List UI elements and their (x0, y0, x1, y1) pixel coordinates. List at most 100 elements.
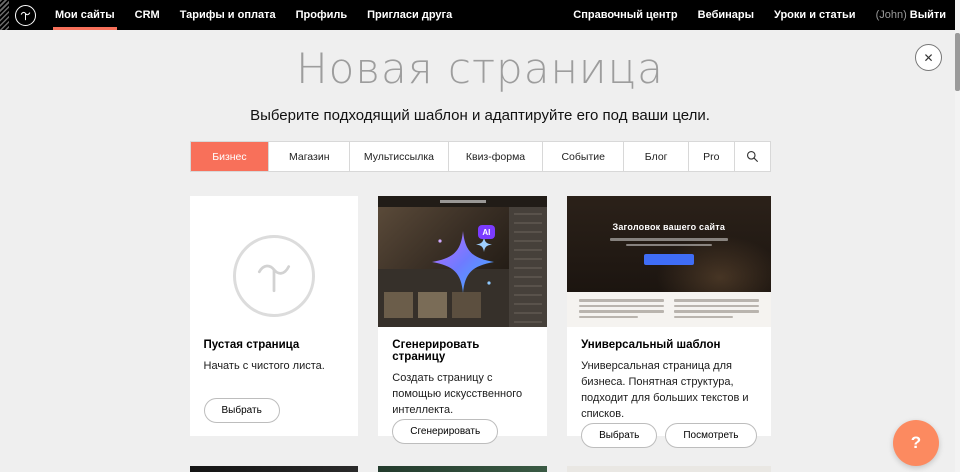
preview-thumbnail (384, 292, 413, 318)
logout-link[interactable]: (John) Выйти (866, 0, 960, 30)
scrollbar-track[interactable] (955, 0, 960, 472)
nav-item-my-sites[interactable]: Мои сайты (45, 0, 125, 30)
close-button[interactable]: ✕ (915, 44, 942, 71)
preview-text-line (674, 299, 759, 302)
preview-text-column (579, 299, 664, 320)
topbar-nav-right: Справочный центр Вебинары Уроки и статьи… (563, 0, 960, 30)
nav-item-webinars[interactable]: Вебинары (688, 0, 764, 30)
card-media (378, 466, 547, 472)
user-name: (John) (876, 9, 907, 21)
card-title: Универсальный шаблон (581, 339, 756, 351)
nav-item-label: Профиль (296, 9, 347, 21)
new-page-modal: ✕ Новая страница Выберите подходящий шаб… (0, 30, 960, 472)
preview-text-line (674, 305, 759, 308)
tab-quiz-form[interactable]: Квиз-форма (448, 142, 543, 171)
template-card-universal[interactable]: Заголовок вашего сайта (567, 196, 770, 436)
nav-item-lessons[interactable]: Уроки и статьи (764, 0, 866, 30)
tab-label: Событие (561, 151, 605, 163)
preview-side-panel (509, 207, 547, 327)
card-title: Пустая страница (204, 339, 345, 351)
tab-label: Бизнес (212, 151, 246, 163)
tab-label: Квиз-форма (466, 151, 525, 163)
template-card-partial[interactable] (567, 466, 770, 472)
search-icon (746, 150, 759, 163)
tab-multilink[interactable]: Мультиссылка (349, 142, 448, 171)
help-label: ? (911, 433, 921, 453)
template-card-blank-page[interactable]: Пустая страница Начать с чистого листа. … (190, 196, 359, 436)
preview-text-line (674, 310, 759, 313)
preview-subtext-line (610, 238, 728, 241)
template-card-partial[interactable] (378, 466, 547, 472)
page-subtitle: Выберите подходящий шаблон и адаптируйте… (0, 107, 960, 124)
preview-button[interactable]: Посмотреть (665, 423, 756, 448)
template-cards-grid: Пустая страница Начать с чистого листа. … (190, 196, 771, 472)
nav-item-profile[interactable]: Профиль (286, 0, 357, 30)
preview-text-section (567, 292, 770, 327)
card-footer: Выбрать (190, 398, 359, 436)
close-icon: ✕ (923, 51, 933, 65)
card-description: Начать с чистого листа. (204, 359, 345, 375)
card-body: Универсальный шаблон Универсальная стран… (567, 327, 770, 423)
ai-generate-media: AI (378, 196, 547, 327)
nav-item-label: Пригласи друга (367, 9, 452, 21)
tab-event[interactable]: Событие (542, 142, 623, 171)
card-description: Универсальная страница для бизнеса. Поня… (581, 359, 756, 423)
ai-badge: AI (478, 225, 495, 239)
preview-text-line (579, 299, 664, 302)
card-footer: Выбрать Посмотреть (567, 423, 770, 461)
page-title: Новая страница (0, 46, 960, 92)
template-card-ai-generate[interactable]: AI Сгенерировать страницу Создать страни… (378, 196, 547, 436)
card-media (567, 466, 770, 472)
tab-pro[interactable]: Pro (688, 142, 733, 171)
tilda-logo-icon (15, 5, 36, 26)
card-title: Сгенерировать страницу (392, 339, 533, 363)
tab-label: Магазин (289, 151, 330, 163)
choose-button[interactable]: Выбрать (581, 423, 657, 448)
nav-item-crm[interactable]: CRM (125, 0, 170, 30)
card-body: Пустая страница Начать с чистого листа. (190, 327, 359, 375)
scrollbar-thumb[interactable] (955, 33, 960, 91)
blank-page-media (190, 196, 359, 327)
tab-label: Мультиссылка (364, 151, 434, 163)
generate-button[interactable]: Сгенерировать (392, 419, 498, 444)
preview-text-line (579, 310, 664, 313)
template-category-tabs: Бизнес Магазин Мультиссылка Квиз-форма С… (190, 141, 771, 172)
nav-item-label: Справочный центр (573, 9, 677, 21)
nav-item-label: Тарифы и оплата (180, 9, 276, 21)
logout-label: Выйти (910, 9, 946, 21)
universal-template-media: Заголовок вашего сайта (567, 196, 770, 327)
preview-text-column (674, 299, 759, 320)
topbar-nav-left: Мои сайты CRM Тарифы и оплата Профиль Пр… (45, 0, 462, 30)
preview-heading: Заголовок вашего сайта (612, 222, 725, 232)
corner-pattern (0, 0, 9, 30)
card-description: Создать страницу с помощью искусственног… (392, 371, 533, 419)
nav-item-label: CRM (135, 9, 160, 21)
card-media (190, 466, 359, 472)
help-button[interactable]: ? (893, 420, 939, 466)
preview-text-line (579, 305, 664, 308)
nav-item-help-center[interactable]: Справочный центр (563, 0, 687, 30)
nav-item-label: Мои сайты (55, 9, 115, 21)
preview-site-title-line (440, 200, 486, 203)
template-card-partial[interactable] (190, 466, 359, 472)
choose-button[interactable]: Выбрать (204, 398, 280, 423)
nav-item-label: Уроки и статьи (774, 9, 856, 21)
card-body: Сгенерировать страницу Создать страницу … (378, 327, 547, 419)
preview-cta-button (644, 254, 694, 265)
tab-label: Блог (645, 151, 668, 163)
preview-subtext-line (626, 244, 712, 247)
nav-item-billing[interactable]: Тарифы и оплата (170, 0, 286, 30)
nav-item-label: Вебинары (698, 9, 754, 21)
tab-search[interactable] (734, 142, 770, 171)
card-footer: Сгенерировать (378, 419, 547, 457)
tab-business[interactable]: Бизнес (191, 142, 269, 171)
tab-blog[interactable]: Блог (623, 142, 688, 171)
preview-dark-section: Заголовок вашего сайта (567, 196, 770, 292)
preview-text-line (579, 316, 638, 319)
topbar: Мои сайты CRM Тарифы и оплата Профиль Пр… (0, 0, 960, 30)
preview-text-line (674, 316, 733, 319)
tilda-logo-button[interactable] (9, 0, 45, 30)
tab-shop[interactable]: Магазин (268, 142, 349, 171)
nav-item-invite-friend[interactable]: Пригласи друга (357, 0, 462, 30)
tilda-mark-icon (233, 235, 315, 317)
